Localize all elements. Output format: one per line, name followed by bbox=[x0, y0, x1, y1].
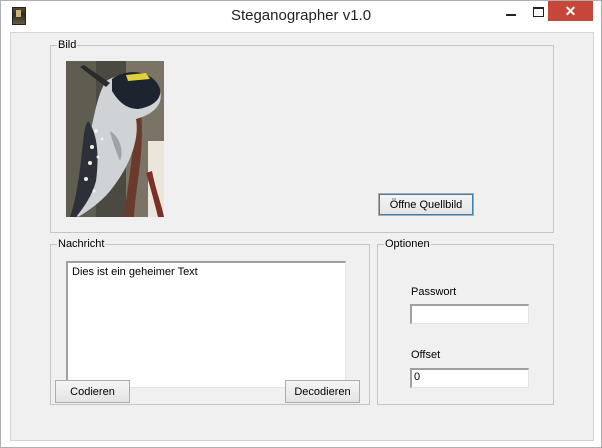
close-icon: ✕ bbox=[564, 2, 577, 19]
title-bar[interactable]: Steganographer v1.0 ✕ bbox=[1, 1, 601, 32]
image-group: Bild Öffne Quellbild bbox=[50, 39, 554, 233]
app-window: Steganographer v1.0 ✕ Bild Öffne Quellbi… bbox=[0, 0, 602, 448]
image-group-label: Bild bbox=[57, 39, 78, 52]
minimize-icon bbox=[506, 14, 516, 16]
encode-button[interactable]: Codieren bbox=[55, 380, 130, 403]
options-group: Optionen Passwort Offset 0 bbox=[377, 238, 554, 405]
options-group-label: Optionen bbox=[384, 238, 431, 251]
decode-button[interactable]: Decodieren bbox=[285, 380, 360, 403]
maximize-icon bbox=[532, 7, 544, 17]
open-source-image-button[interactable]: Öffne Quellbild bbox=[378, 193, 474, 216]
message-textarea[interactable]: Dies ist ein geheimer Text bbox=[66, 261, 346, 388]
message-group-label: Nachricht bbox=[57, 238, 106, 251]
password-label: Passwort bbox=[411, 286, 457, 298]
woodpecker-photo bbox=[66, 61, 164, 217]
offset-field[interactable]: 0 bbox=[410, 368, 529, 388]
close-button[interactable]: ✕ bbox=[548, 1, 593, 21]
minimize-button[interactable] bbox=[496, 1, 526, 23]
password-field[interactable] bbox=[410, 304, 529, 324]
source-image-preview bbox=[66, 61, 164, 217]
offset-label: Offset bbox=[411, 349, 441, 361]
